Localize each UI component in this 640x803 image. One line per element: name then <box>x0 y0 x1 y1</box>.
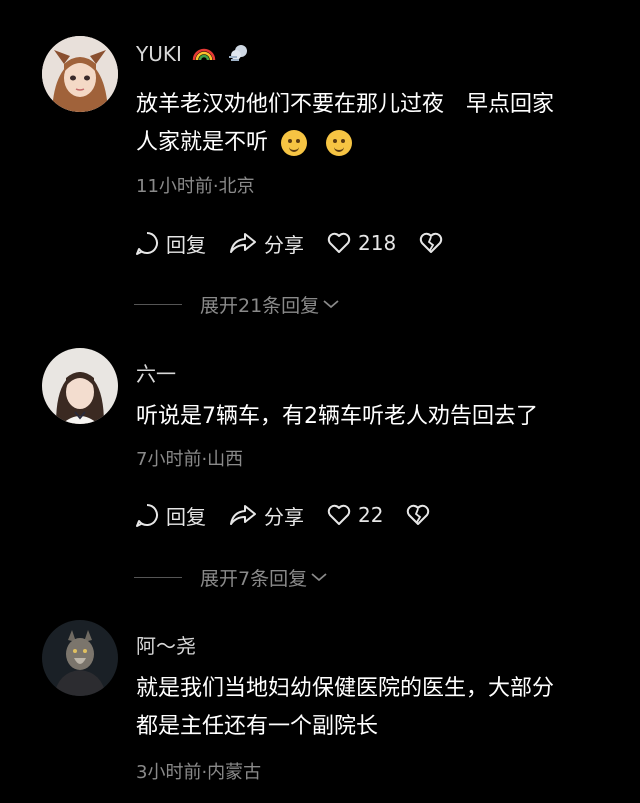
reply-label: 回复 <box>166 232 206 257</box>
avatar[interactable] <box>42 36 118 112</box>
username-text: YUKI <box>136 42 182 66</box>
heart-icon <box>327 232 351 253</box>
heart-icon <box>327 504 351 525</box>
like-button[interactable]: 218 <box>326 231 396 255</box>
share-button[interactable]: 分享 <box>228 229 304 258</box>
broken-heart-icon <box>419 232 443 253</box>
comment-line: 放羊老汉劝他们不要在那儿过夜 早点回家 <box>136 92 555 117</box>
username[interactable]: 阿～尧 <box>136 630 196 659</box>
share-button[interactable]: 分享 <box>228 501 304 530</box>
comment-meta: 11小时前·北京 <box>136 176 255 197</box>
rainbow-icon <box>192 44 216 67</box>
smile-emoji-icon <box>281 130 308 156</box>
expand-replies-label: 展开21条回复 <box>200 294 320 317</box>
expand-replies-button[interactable]: 展开7条回复 <box>134 563 329 591</box>
expand-replies-button[interactable]: 展开21条回复 <box>134 290 341 318</box>
chevron-down-icon <box>323 300 339 309</box>
divider-line <box>134 303 182 305</box>
dislike-button[interactable] <box>405 503 437 527</box>
comment-actions: 回复 分享 22 <box>134 500 459 530</box>
username[interactable]: YUKI <box>136 42 251 68</box>
share-label: 分享 <box>264 232 304 257</box>
dislike-button[interactable] <box>418 231 450 255</box>
share-label: 分享 <box>264 504 304 529</box>
username[interactable]: 六一 <box>136 358 176 387</box>
comment-actions: 回复 分享 218 <box>134 228 472 258</box>
reply-button[interactable]: 回复 <box>134 501 206 530</box>
comment-meta: 3小时前·内蒙古 <box>136 762 262 783</box>
share-icon <box>230 505 256 525</box>
reply-label: 回复 <box>166 504 206 529</box>
expand-replies-label: 展开7条回复 <box>200 567 308 590</box>
comment-text: 放羊老汉劝他们不要在那儿过夜 早点回家 人家就是不听 <box>136 86 616 162</box>
reply-button[interactable]: 回复 <box>134 229 206 258</box>
smile-emoji-icon <box>326 130 353 156</box>
reply-icon <box>136 504 158 527</box>
comment-text: 听说是7辆车，有2辆车听老人劝告回去了 <box>136 398 616 436</box>
wind-icon <box>227 43 251 68</box>
avatar[interactable] <box>42 348 118 424</box>
chevron-down-icon <box>311 573 327 582</box>
reply-icon <box>136 232 158 255</box>
comment-line: 都是主任还有一个副院长 <box>136 714 379 739</box>
broken-heart-icon <box>407 504 430 525</box>
comment-line-with-emoji: 人家就是不听 <box>136 124 616 162</box>
like-count: 218 <box>358 231 397 255</box>
divider-line <box>134 576 182 578</box>
comment-text: 就是我们当地妇幼保健医院的医生，大部分 都是主任还有一个副院长 <box>136 670 616 746</box>
comment-meta: 7小时前·山西 <box>136 449 244 470</box>
share-icon <box>230 233 256 253</box>
like-count: 22 <box>358 503 384 527</box>
comment-line: 人家就是不听 <box>136 130 269 155</box>
avatar[interactable] <box>42 620 118 696</box>
comment-line: 就是我们当地妇幼保健医院的医生，大部分 <box>136 676 555 701</box>
like-button[interactable]: 22 <box>326 503 383 527</box>
comment-line: 听说是7辆车，有2辆车听老人劝告回去了 <box>136 404 538 429</box>
